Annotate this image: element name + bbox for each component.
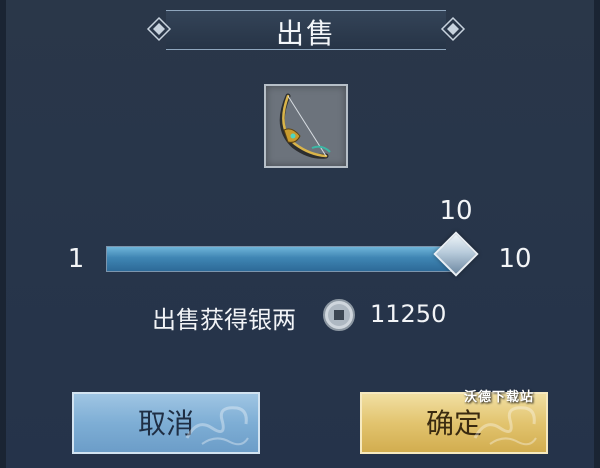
cloud-pattern-icon [473, 406, 537, 446]
dialog-title: 出售 [275, 17, 336, 50]
earnings-row: 出售获得银两 11250 [6, 298, 600, 334]
bow-weapon-icon [279, 93, 331, 159]
slider-fill [107, 247, 455, 271]
cloud-pattern-icon [185, 406, 249, 446]
quantity-slider[interactable] [106, 246, 456, 272]
sell-dialog: 出售 10 1 10 出售获得银两 11250 取消 确定 沃德下载站 [0, 0, 600, 468]
earnings-label: 出售获得银两 [152, 306, 296, 334]
title-bar: 出售 [6, 0, 600, 56]
earnings-amount: 11250 [370, 300, 447, 328]
watermark: 沃德下载站 [464, 390, 535, 405]
item-slot[interactable] [264, 84, 348, 168]
cancel-button[interactable]: 取消 [72, 392, 260, 454]
quantity-current: 10 [439, 196, 473, 226]
quantity-max: 10 [498, 244, 532, 274]
quantity-min: 1 [67, 244, 85, 274]
silver-coin-icon [323, 299, 355, 331]
